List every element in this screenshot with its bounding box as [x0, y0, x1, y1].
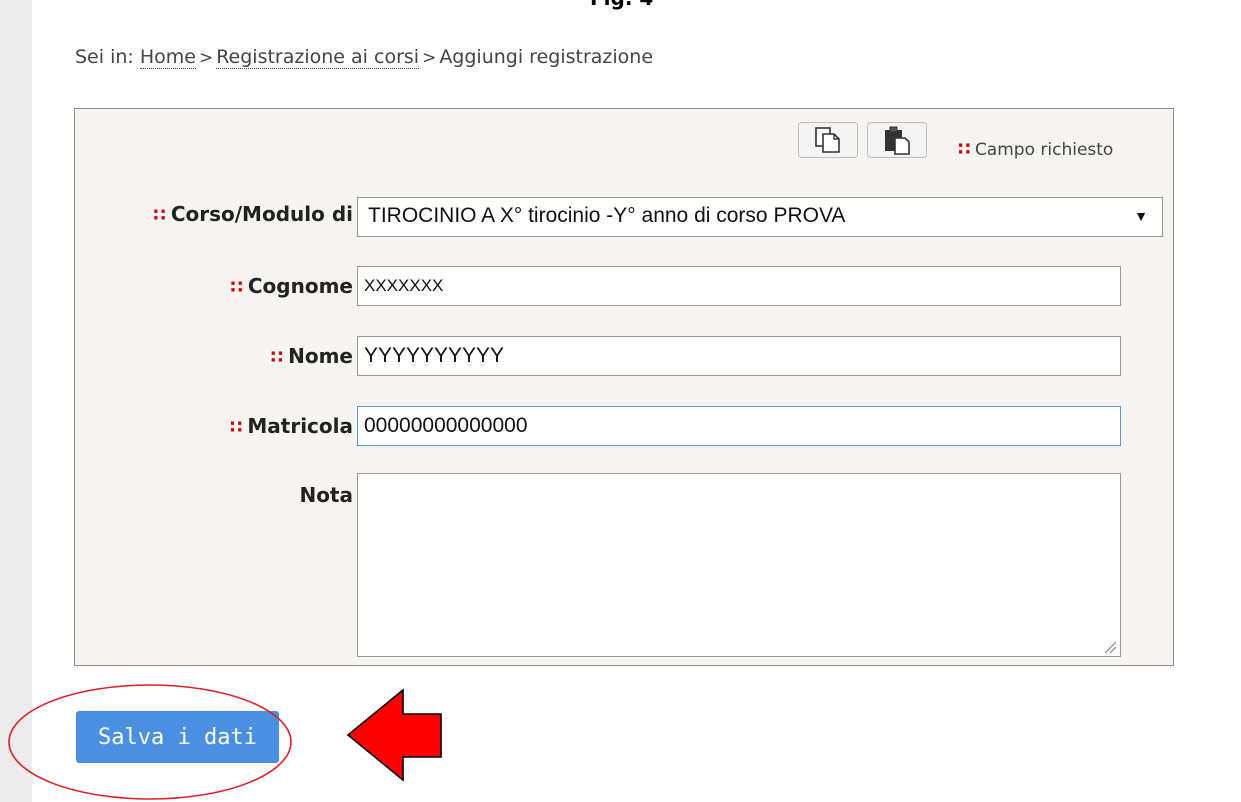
nome-input[interactable]	[357, 336, 1121, 376]
nota-label: Nota	[299, 483, 353, 507]
copy-icon	[815, 127, 840, 153]
cognome-input[interactable]	[357, 266, 1121, 306]
dropdown-arrow-icon: ▼	[1134, 208, 1148, 224]
registration-form: ∷ Campo richiesto ∷ Corso/Modulo di TIROC…	[74, 108, 1174, 666]
required-marker-icon: ∷	[229, 417, 242, 438]
required-marker-icon: ∷	[153, 205, 165, 226]
required-marker-icon: ∷	[230, 277, 242, 298]
breadcrumb-registrazione-link[interactable]: Registrazione ai corsi	[216, 46, 420, 69]
required-field-legend: ∷ Campo richiesto	[958, 139, 1113, 160]
breadcrumb-separator: >	[422, 48, 437, 68]
required-marker-icon: ∷	[270, 347, 283, 368]
copy-button[interactable]	[798, 122, 858, 158]
matricola-label: ∷ Matricola	[229, 414, 353, 438]
breadcrumb-prefix: Sei in:	[75, 46, 134, 68]
required-marker-icon: ∷	[958, 139, 970, 160]
save-button[interactable]: Salva i dati	[76, 711, 279, 763]
nome-label: ∷ Nome	[270, 344, 353, 368]
resize-grip-icon[interactable]	[1101, 638, 1117, 654]
required-legend-text: Campo richiesto	[974, 140, 1114, 160]
corso-selected-value: TIROCINIO A X° tirocinio -Y° anno di cor…	[368, 204, 846, 227]
breadcrumb: Sei in: Home > Registrazione ai corsi > Aggi…	[75, 46, 654, 69]
page-left-gutter	[0, 0, 32, 802]
pointer-arrow-icon	[346, 688, 442, 782]
paste-button[interactable]	[867, 122, 927, 158]
corso-label: ∷ Corso/Modulo di	[153, 202, 353, 226]
corso-select[interactable]: TIROCINIO A X° tirocinio -Y° anno di cor…	[357, 197, 1163, 237]
breadcrumb-current: Aggiungi registrazione	[439, 46, 654, 68]
breadcrumb-separator: >	[198, 48, 214, 68]
breadcrumb-home-link[interactable]: Home	[139, 46, 196, 69]
paste-icon	[885, 126, 910, 155]
nota-textarea[interactable]	[357, 473, 1121, 657]
figure-caption: Fig. 4	[590, 0, 653, 10]
matricola-input[interactable]	[357, 406, 1121, 446]
cognome-label: ∷ Cognome	[230, 274, 353, 298]
